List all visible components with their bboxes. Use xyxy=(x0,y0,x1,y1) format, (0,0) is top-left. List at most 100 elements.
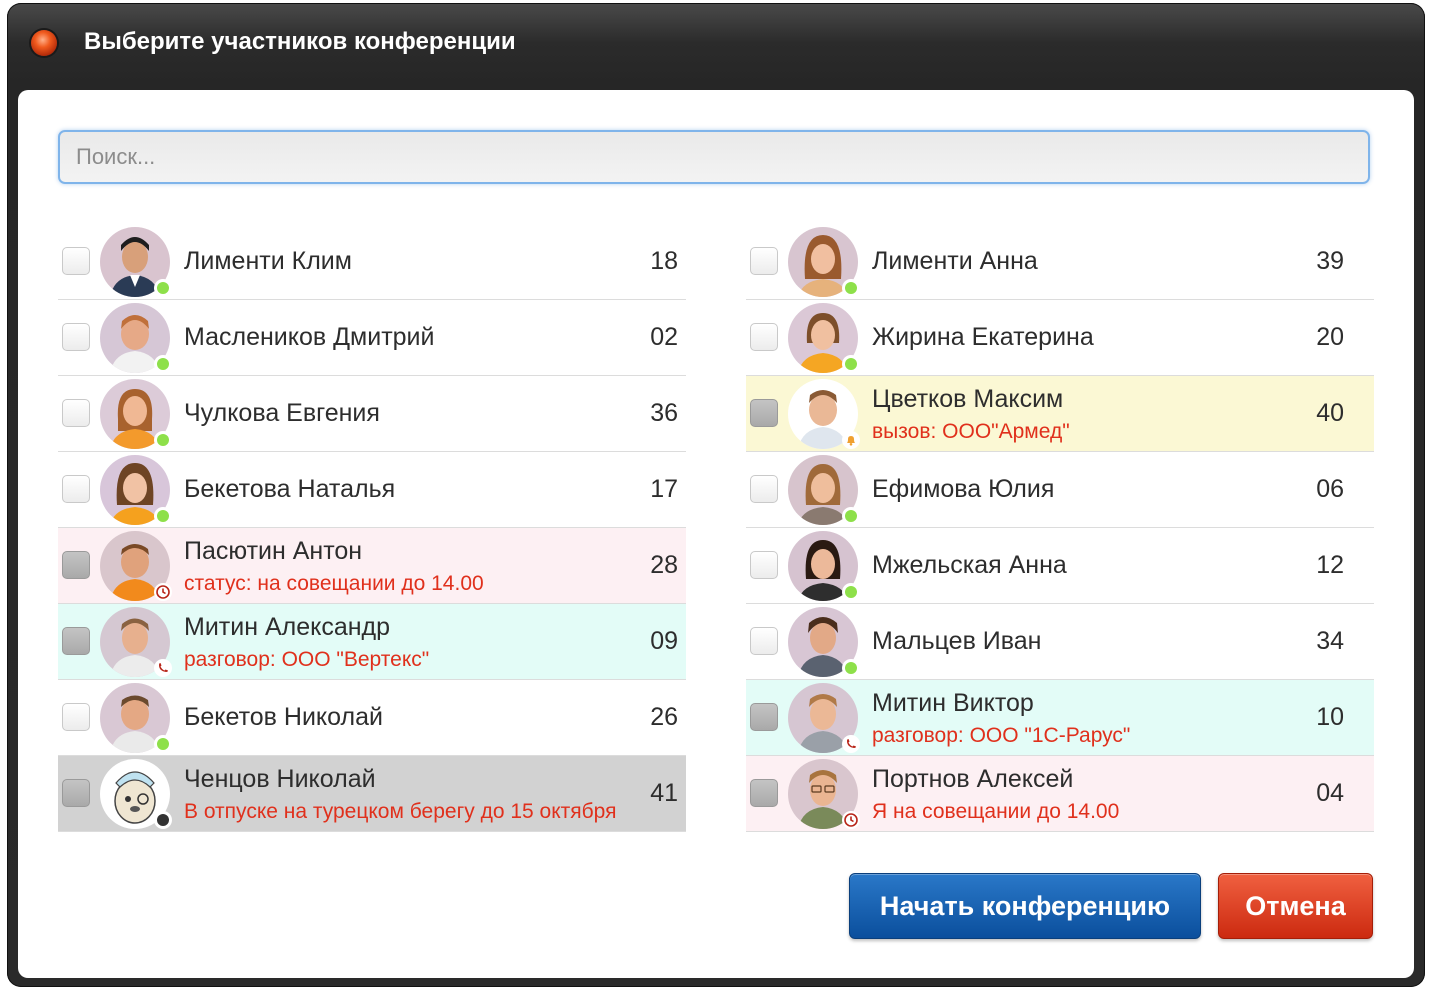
participant-name: Лименти Анна xyxy=(872,247,1038,275)
extension-number: 40 xyxy=(1316,399,1344,427)
participant-row[interactable]: Жирина Екатерина 20 xyxy=(746,300,1374,376)
avatar xyxy=(100,607,172,677)
participant-row[interactable]: Митин Александр разговор: ООО "Вертекс" … xyxy=(58,604,686,680)
cancel-button[interactable]: Отмена xyxy=(1218,873,1373,939)
search-input[interactable] xyxy=(58,130,1370,184)
extension-number: 34 xyxy=(1316,627,1344,655)
extension-number: 20 xyxy=(1316,323,1344,351)
online-status-icon xyxy=(842,279,860,297)
participant-row[interactable]: Бекетова Наталья 17 xyxy=(58,452,686,528)
phone-icon xyxy=(154,659,172,677)
avatar xyxy=(788,379,860,449)
select-checkbox[interactable] xyxy=(62,323,90,351)
extension-number: 18 xyxy=(650,247,678,275)
participant-row[interactable]: Портнов Алексей Я на совещании до 14.00 … xyxy=(746,756,1374,832)
bell-icon xyxy=(842,431,860,449)
close-icon[interactable] xyxy=(31,30,57,56)
extension-number: 39 xyxy=(1316,247,1344,275)
participant-name: Цветков Максим xyxy=(872,385,1064,413)
participants-right-column: Лименти Анна 39 Жирина Екатерина 20 Цвет xyxy=(746,224,1374,832)
clock-icon xyxy=(842,811,860,829)
dialog-content: Лименти Клим 18 Маслеников Дмитрий 02 Чу xyxy=(18,90,1414,978)
select-checkbox[interactable] xyxy=(62,551,90,579)
online-status-icon xyxy=(842,659,860,677)
participant-name: Ефимова Юлия xyxy=(872,475,1055,503)
dialog-title: Выберите участников конференции xyxy=(84,28,516,55)
participant-name: Бекетова Наталья xyxy=(184,475,396,503)
participant-row[interactable]: Пасютин Антон статус: на совещании до 14… xyxy=(58,528,686,604)
avatar xyxy=(100,531,172,601)
online-status-icon xyxy=(842,583,860,601)
participant-name: Мальцев Иван xyxy=(872,627,1042,655)
select-checkbox[interactable] xyxy=(62,247,90,275)
select-checkbox[interactable] xyxy=(62,627,90,655)
avatar xyxy=(100,759,172,829)
select-checkbox[interactable] xyxy=(750,551,778,579)
extension-number: 06 xyxy=(1316,475,1344,503)
offline-status-icon xyxy=(154,811,172,829)
online-status-icon xyxy=(842,355,860,373)
participant-status-text: В отпуске на турецком берегу до 15 октяб… xyxy=(184,800,617,823)
avatar xyxy=(788,759,860,829)
participant-row[interactable]: Ченцов Николай В отпуске на турецком бер… xyxy=(58,756,686,832)
avatar xyxy=(788,531,860,601)
clock-icon xyxy=(154,583,172,601)
participant-status-text: статус: на совещании до 14.00 xyxy=(184,572,484,595)
participant-row[interactable]: Чулкова Евгения 36 xyxy=(58,376,686,452)
extension-number: 04 xyxy=(1316,779,1344,807)
extension-number: 28 xyxy=(650,551,678,579)
participant-status-text: разговор: ООО "Вертекс" xyxy=(184,648,430,671)
select-checkbox[interactable] xyxy=(750,247,778,275)
start-conference-button[interactable]: Начать конференцию xyxy=(849,873,1201,939)
select-checkbox[interactable] xyxy=(750,779,778,807)
participant-name: Пасютин Антон xyxy=(184,537,363,565)
participant-name: Митин Виктор xyxy=(872,689,1034,717)
participant-row[interactable]: Мальцев Иван 34 xyxy=(746,604,1374,680)
select-checkbox[interactable] xyxy=(750,627,778,655)
extension-number: 12 xyxy=(1316,551,1344,579)
online-status-icon xyxy=(154,431,172,449)
select-checkbox[interactable] xyxy=(62,475,90,503)
participant-row[interactable]: Лименти Клим 18 xyxy=(58,224,686,300)
avatar xyxy=(788,683,860,753)
avatar xyxy=(100,303,172,373)
select-checkbox[interactable] xyxy=(750,323,778,351)
participant-row[interactable]: Ефимова Юлия 06 xyxy=(746,452,1374,528)
avatar xyxy=(100,379,172,449)
online-status-icon xyxy=(154,735,172,753)
online-status-icon xyxy=(154,355,172,373)
extension-number: 09 xyxy=(650,627,678,655)
avatar xyxy=(788,607,860,677)
avatar xyxy=(100,455,172,525)
extension-number: 02 xyxy=(650,323,678,351)
title-bar[interactable]: Выберите участников конференции xyxy=(7,3,1425,81)
participant-name: Мжельская Анна xyxy=(872,551,1067,579)
avatar xyxy=(788,227,860,297)
select-checkbox[interactable] xyxy=(62,399,90,427)
participant-status-text: вызов: ООО"Армед" xyxy=(872,420,1070,443)
participants-left-column: Лименти Клим 18 Маслеников Дмитрий 02 Чу xyxy=(58,224,686,832)
participant-name: Маслеников Дмитрий xyxy=(184,323,435,351)
participant-row[interactable]: Цветков Максим вызов: ООО"Армед" 40 xyxy=(746,376,1374,452)
participant-row[interactable]: Митин Виктор разговор: ООО "1С-Рарус" 10 xyxy=(746,680,1374,756)
participant-row[interactable]: Маслеников Дмитрий 02 xyxy=(58,300,686,376)
select-checkbox[interactable] xyxy=(62,703,90,731)
participant-name: Митин Александр xyxy=(184,613,391,641)
avatar xyxy=(100,683,172,753)
participant-name: Чулкова Евгения xyxy=(184,399,380,427)
select-checkbox[interactable] xyxy=(750,399,778,427)
online-status-icon xyxy=(154,279,172,297)
select-checkbox[interactable] xyxy=(62,779,90,807)
participant-row[interactable]: Лименти Анна 39 xyxy=(746,224,1374,300)
extension-number: 26 xyxy=(650,703,678,731)
participant-row[interactable]: Бекетов Николай 26 xyxy=(58,680,686,756)
participant-status-text: Я на совещании до 14.00 xyxy=(872,800,1120,823)
phone-icon xyxy=(842,735,860,753)
select-checkbox[interactable] xyxy=(750,475,778,503)
select-checkbox[interactable] xyxy=(750,703,778,731)
participant-row[interactable]: Мжельская Анна 12 xyxy=(746,528,1374,604)
participant-name: Портнов Алексей xyxy=(872,765,1074,793)
participant-status-text: разговор: ООО "1С-Рарус" xyxy=(872,724,1131,747)
dialog-window: Выберите участников конференции Лименти … xyxy=(7,3,1425,987)
participant-name: Лименти Клим xyxy=(184,247,352,275)
